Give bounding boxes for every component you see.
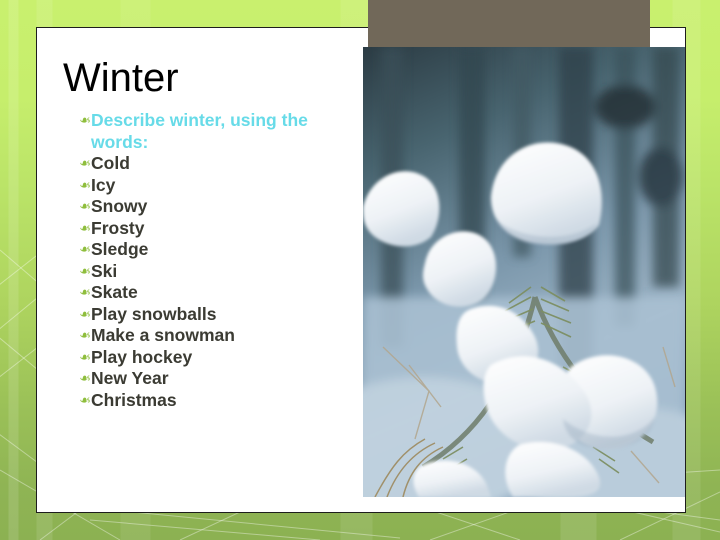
list-item: ❧ Cold xyxy=(72,153,352,175)
floral-bullet-icon: ❧ xyxy=(79,241,91,257)
floral-bullet-icon: ❧ xyxy=(79,284,91,300)
floral-bullet-icon: ❧ xyxy=(79,370,91,386)
list-item-label: Sledge xyxy=(91,239,149,259)
top-header-bar xyxy=(368,0,650,47)
floral-bullet-icon: ❧ xyxy=(79,348,91,365)
list-item-label: Frosty xyxy=(91,217,145,238)
floral-bullet-icon: ❧ xyxy=(79,219,91,236)
list-item-label: Snowy xyxy=(91,196,148,216)
winter-photo-illustration xyxy=(363,47,685,497)
list-item-label: Play hockey xyxy=(91,346,193,367)
list-item: ❧ Play hockey xyxy=(72,347,352,369)
floral-bullet-icon: ❧ xyxy=(79,198,91,214)
list-item: ❧ Sledge xyxy=(72,239,352,261)
list-item-label: New Year xyxy=(91,368,169,388)
floral-bullet-icon: ❧ xyxy=(79,262,91,279)
list-item-label: Make a snowman xyxy=(91,325,235,345)
list-item: ❧ Ski xyxy=(72,261,352,283)
list-item-label: Cold xyxy=(91,153,130,173)
list-item-label: Christmas xyxy=(91,389,177,410)
floral-bullet-icon: ❧ xyxy=(79,155,91,171)
list-item: ❧ Christmas xyxy=(72,390,352,412)
list-item-label: Describe winter, using the words: xyxy=(91,110,308,152)
floral-bullet-icon: ❧ xyxy=(79,327,91,343)
floral-bullet-icon: ❧ xyxy=(79,112,91,128)
list-item: ❧ Icy xyxy=(72,175,352,197)
list-item: ❧ Frosty xyxy=(72,218,352,240)
floral-bullet-icon: ❧ xyxy=(79,305,91,322)
list-item-label: Ski xyxy=(91,260,118,281)
list-item-label: Icy xyxy=(91,174,116,195)
list-item: ❧ Describe winter, using the words: xyxy=(72,110,352,153)
list-item: ❧ Skate xyxy=(72,282,352,304)
winter-photo xyxy=(363,47,685,497)
list-item: ❧ Make a snowman xyxy=(72,325,352,347)
list-item: ❧ New Year xyxy=(72,368,352,390)
list-item: ❧ Snowy xyxy=(72,196,352,218)
list-item: ❧ Play snowballs xyxy=(72,304,352,326)
floral-bullet-icon: ❧ xyxy=(79,176,91,193)
slide-canvas: Winter ❧ Describe winter, using the word… xyxy=(0,0,720,540)
floral-bullet-icon: ❧ xyxy=(79,391,91,408)
list-item-label: Play snowballs xyxy=(91,303,217,324)
page-title: Winter xyxy=(63,56,179,100)
winter-word-list: ❧ Describe winter, using the words: ❧ Co… xyxy=(72,110,352,411)
list-item-label: Skate xyxy=(91,282,138,302)
